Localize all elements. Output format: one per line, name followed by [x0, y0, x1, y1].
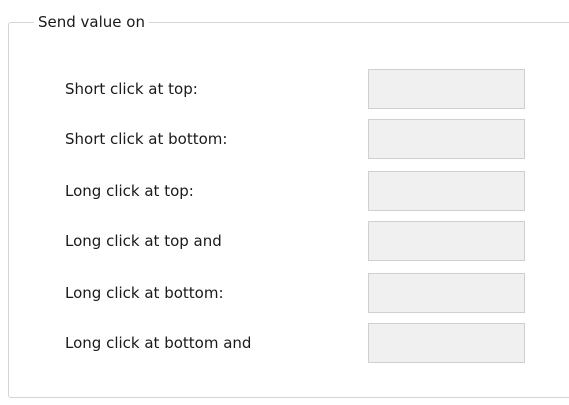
- long-click-bottom-field[interactable]: [368, 273, 525, 313]
- form-row-short-click-top: Short click at top:: [0, 69, 569, 109]
- groupbox-title: Send value on: [34, 13, 149, 31]
- short-click-top-field[interactable]: [368, 69, 525, 109]
- form-row-long-click-bottom: Long click at bottom:: [0, 273, 569, 313]
- long-click-top-field[interactable]: [368, 171, 525, 211]
- short-click-top-label: Short click at top:: [65, 80, 198, 98]
- form-row-short-click-bottom: Short click at bottom:: [0, 119, 569, 159]
- long-click-top-and-field[interactable]: [368, 221, 525, 261]
- long-click-bottom-and-label: Long click at bottom and: [65, 334, 252, 352]
- long-click-bottom-and-field[interactable]: [368, 323, 525, 363]
- long-click-top-and-label: Long click at top and: [65, 232, 222, 250]
- long-click-bottom-label: Long click at bottom:: [65, 284, 224, 302]
- long-click-top-label: Long click at top:: [65, 182, 194, 200]
- form-row-long-click-top: Long click at top:: [0, 171, 569, 211]
- short-click-bottom-label: Short click at bottom:: [65, 130, 228, 148]
- short-click-bottom-field[interactable]: [368, 119, 525, 159]
- form-row-long-click-bottom-and: Long click at bottom and: [0, 323, 569, 363]
- form-row-long-click-top-and: Long click at top and: [0, 221, 569, 261]
